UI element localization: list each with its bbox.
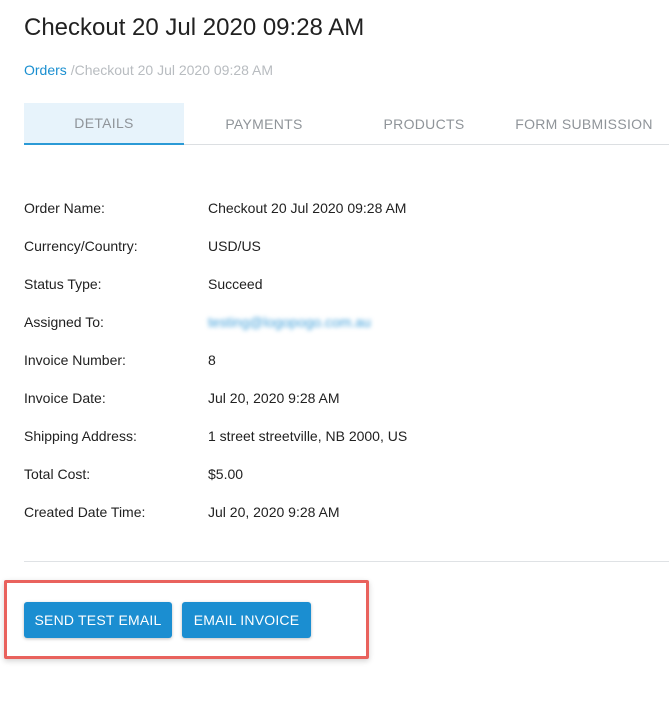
detail-row-shipping-address: Shipping Address: 1 street streetville, … xyxy=(24,418,644,456)
detail-row-created-date-time: Created Date Time: Jul 20, 2020 9:28 AM xyxy=(24,494,644,532)
detail-label: Invoice Number: xyxy=(24,352,126,368)
detail-label: Shipping Address: xyxy=(24,428,137,444)
tab-form-submission[interactable]: FORM SUBMISSION xyxy=(504,103,664,144)
detail-row-order-name: Order Name: Checkout 20 Jul 2020 09:28 A… xyxy=(24,190,644,228)
detail-row-currency-country: Currency/Country: USD/US xyxy=(24,228,644,266)
detail-row-assigned-to: Assigned To: testing@logopogo.com.au xyxy=(24,304,644,342)
detail-value: Jul 20, 2020 9:28 AM xyxy=(208,504,340,520)
detail-value: Succeed xyxy=(208,276,263,292)
detail-label: Invoice Date: xyxy=(24,390,106,406)
detail-value: $5.00 xyxy=(208,466,244,482)
email-invoice-button[interactable]: EMAIL INVOICE xyxy=(182,602,311,638)
detail-value: Jul 20, 2020 9:28 AM xyxy=(208,390,340,406)
detail-label: Currency/Country: xyxy=(24,238,138,254)
detail-label: Created Date Time: xyxy=(24,504,146,520)
send-test-email-button[interactable]: SEND TEST EMAIL xyxy=(24,602,172,638)
detail-value: 1 street streetville, NB 2000, US xyxy=(208,428,408,444)
detail-value: Checkout 20 Jul 2020 09:28 AM xyxy=(208,200,407,216)
detail-value: 8 xyxy=(208,352,216,368)
assigned-to-email-link[interactable]: testing@logopogo.com.au xyxy=(208,314,371,330)
tab-details[interactable]: DETAILS xyxy=(24,103,184,145)
tab-products[interactable]: PRODUCTS xyxy=(344,103,504,144)
detail-row-invoice-date: Invoice Date: Jul 20, 2020 9:28 AM xyxy=(24,380,644,418)
detail-row-status-type: Status Type: Succeed xyxy=(24,266,644,304)
detail-row-invoice-number: Invoice Number: 8 xyxy=(24,342,644,380)
breadcrumb: Orders /Checkout 20 Jul 2020 09:28 AM xyxy=(24,62,273,78)
detail-label: Total Cost: xyxy=(24,466,91,482)
order-details: Order Name: Checkout 20 Jul 2020 09:28 A… xyxy=(24,190,644,532)
detail-label: Assigned To: xyxy=(24,314,104,330)
detail-value: USD/US xyxy=(208,238,261,254)
breadcrumb-current: /Checkout 20 Jul 2020 09:28 AM xyxy=(70,62,274,78)
detail-label: Order Name: xyxy=(24,200,105,216)
detail-label: Status Type: xyxy=(24,276,102,292)
tab-bar: DETAILS PAYMENTS PRODUCTS FORM SUBMISSIO… xyxy=(24,103,669,145)
page-title: Checkout 20 Jul 2020 09:28 AM xyxy=(24,14,365,41)
breadcrumb-orders-link[interactable]: Orders xyxy=(24,62,67,78)
order-detail-page: Checkout 20 Jul 2020 09:28 AM Orders /Ch… xyxy=(0,0,669,701)
section-divider xyxy=(24,561,669,562)
detail-row-total-cost: Total Cost: $5.00 xyxy=(24,456,644,494)
tab-payments[interactable]: PAYMENTS xyxy=(184,103,344,144)
